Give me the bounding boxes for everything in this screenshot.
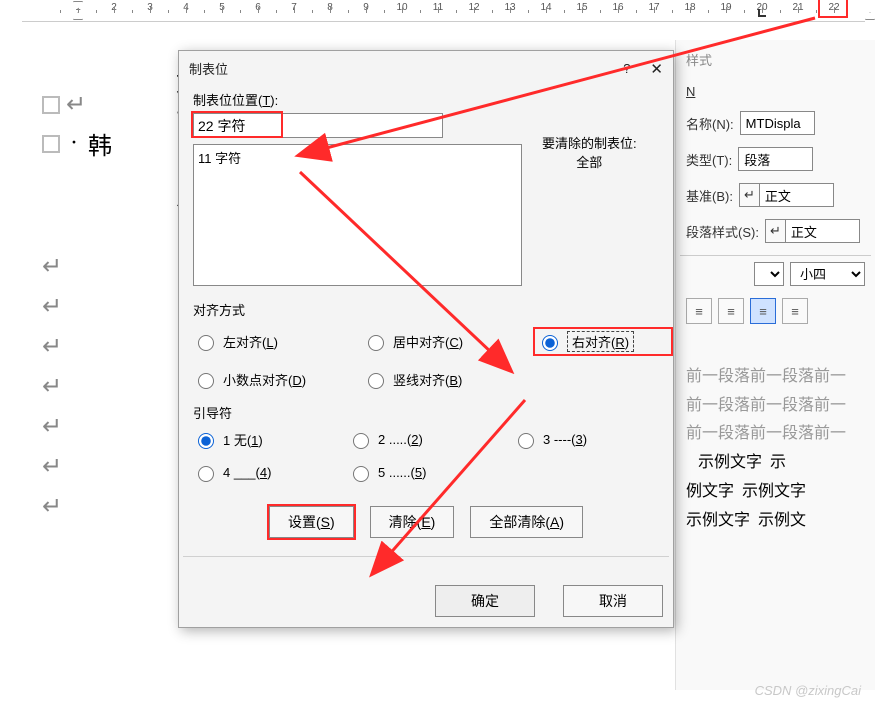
dialog-title: 制表位 <box>189 59 228 78</box>
ok-button[interactable]: 确定 <box>435 585 535 617</box>
based-label: 基准(B): <box>686 186 733 205</box>
para-mark-icon: ↵ <box>66 90 86 119</box>
clear-all-button[interactable]: 全部清除(A) <box>470 506 583 538</box>
watermark: CSDN @zixingCai <box>755 683 861 698</box>
align-right-button[interactable]: ≡ <box>782 298 808 324</box>
type-label: 类型(T): <box>686 150 732 169</box>
tab-stop-marker[interactable] <box>758 9 766 17</box>
para-mark-icon: ↵ <box>42 494 62 520</box>
next-field[interactable] <box>785 219 860 243</box>
help-button[interactable]: ? <box>623 61 630 76</box>
align-justify-button[interactable]: ≡ <box>750 298 776 324</box>
para-mark-icon: ↵ <box>42 254 62 280</box>
align-center-radio[interactable]: 居中对齐(C) <box>363 327 533 356</box>
next-label: 段落样式(S): <box>686 222 759 241</box>
list-item[interactable]: 11 字符 <box>198 147 517 168</box>
document-area: 12345678910111213141516171819202122 文献起止… <box>0 0 875 702</box>
clear-tabs-label: 要清除的制表位: <box>542 133 637 152</box>
tab-position-label: 制表位位置(T): <box>193 90 659 109</box>
style-preview: 前一段落前一段落前一 前一段落前一段落前一 前一段落前一段落前一 示例文字 示 … <box>686 334 865 564</box>
para-mark-icon: ↵ <box>42 294 62 320</box>
indent-marker-right[interactable] <box>865 12 875 20</box>
leader-5-radio[interactable]: 5 ......(5) <box>348 463 513 482</box>
clear-tabs-value: 全部 <box>542 152 637 171</box>
align-right-radio[interactable]: 右对齐(R) <box>533 327 673 356</box>
highlight-box <box>818 0 848 18</box>
para-mark-icon: ↵ <box>42 454 62 480</box>
tab-position-listbox[interactable]: 11 字符 <box>193 144 522 286</box>
style-hint: 样式 <box>686 50 865 69</box>
align-left-button[interactable]: ≡ <box>686 298 712 324</box>
ruler[interactable]: 12345678910111213141516171819202122 <box>22 0 865 22</box>
align-center-button[interactable]: ≡ <box>718 298 744 324</box>
close-icon[interactable]: ✕ <box>650 60 663 78</box>
font-family-select[interactable] <box>754 262 784 286</box>
name-label: N <box>686 84 695 99</box>
checkbox-icon[interactable] <box>42 96 60 114</box>
align-bar-radio[interactable]: 竖线对齐(B) <box>363 370 533 389</box>
set-button[interactable]: 设置(S) <box>269 506 354 538</box>
cancel-button[interactable]: 取消 <box>563 585 663 617</box>
para-mark-icon: ↵ <box>42 334 62 360</box>
checkbox-icon[interactable] <box>42 135 60 153</box>
align-left-radio[interactable]: 左对齐(L) <box>193 327 363 356</box>
style-panel: 样式 N /* fallback handled below */ 名称(N):… <box>675 40 875 690</box>
para-mark-icon: ↵ <box>42 414 62 440</box>
name-field[interactable] <box>740 111 815 135</box>
reset-icon[interactable]: ↵ <box>739 183 760 207</box>
dialog-titlebar[interactable]: 制表位 ? ✕ <box>179 51 673 86</box>
para-mark-icon: ↵ <box>42 374 62 400</box>
author-text: 韩 <box>88 126 112 161</box>
alignment-head: 对齐方式 <box>193 300 659 319</box>
align-decimal-radio[interactable]: 小数点对齐(D) <box>193 370 363 389</box>
type-field[interactable] <box>738 147 813 171</box>
clear-button[interactable]: 清除(E) <box>370 506 455 538</box>
leader-4-radio[interactable]: 4 ___(4) <box>193 463 348 482</box>
tabs-dialog: 制表位 ? ✕ 制表位位置(T): 11 字符 要清除的制 <box>178 50 674 628</box>
name-label: 名称(N): <box>686 114 734 133</box>
font-size-select[interactable]: 小四 <box>790 262 865 286</box>
tab-position-input[interactable] <box>193 113 443 138</box>
leader-2-radio[interactable]: 2 .....(2) <box>348 430 513 449</box>
bullet: · <box>70 130 78 157</box>
leader-head: 引导符 <box>193 403 659 422</box>
reset-icon[interactable]: ↵ <box>765 219 786 243</box>
leader-1-radio[interactable]: 1 无(1) <box>193 430 348 449</box>
based-field[interactable] <box>759 183 834 207</box>
leader-3-radio[interactable]: 3 ----(3) <box>513 430 663 449</box>
indent-marker-left[interactable] <box>73 12 83 20</box>
